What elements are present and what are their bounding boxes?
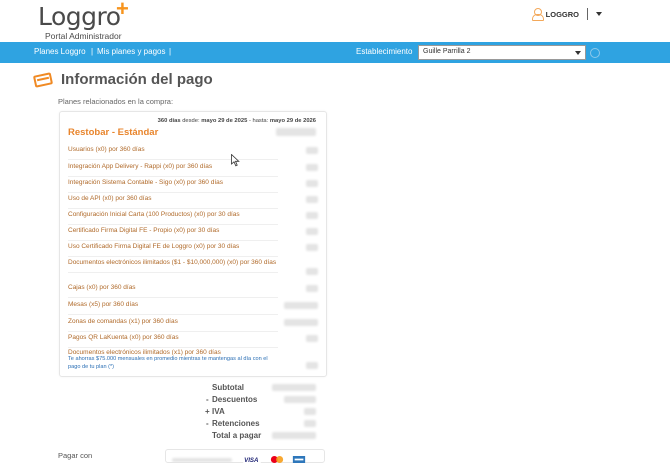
iva-sign: + — [205, 407, 210, 416]
mastercard-logo-icon — [270, 456, 284, 463]
iva-value-redacted — [304, 408, 316, 415]
retenciones-value-redacted — [304, 420, 316, 427]
payment-icon — [32, 70, 55, 88]
plan-period: 360 días desde: mayo 29 de 2025 - hasta:… — [158, 118, 316, 124]
chevron-down-icon[interactable] — [596, 12, 602, 16]
item-price-redacted — [306, 268, 318, 275]
plan-card: 360 días desde: mayo 29 de 2025 - hasta:… — [59, 111, 327, 377]
page-title: Información del pago — [61, 70, 213, 88]
user-name: LOGGRO — [545, 9, 579, 19]
payment-text-redacted — [172, 458, 232, 462]
item-price-redacted — [306, 285, 318, 292]
top-header: Loggro + Portal Administrador LOGGRO — [0, 0, 670, 41]
plan-item: Usuarios (x0) por 360 días — [68, 146, 278, 160]
user-menu[interactable]: LOGGRO — [531, 8, 602, 21]
nav-bar: Planes Loggro | Mis planes y pagos | Est… — [0, 42, 670, 63]
chevron-down-icon — [575, 51, 581, 55]
subtotal-value-redacted — [272, 384, 316, 391]
retenciones-sign: - — [206, 419, 209, 428]
plan-name: Restobar - Estándar — [68, 127, 159, 138]
logo-subtitle: Portal Administrador — [45, 31, 122, 41]
iva-label: IVA — [212, 407, 225, 416]
page-title-row: Información del pago — [32, 70, 213, 88]
user-icon — [531, 8, 544, 21]
plan-item: Configuración Inicial Carta (100 Product… — [68, 211, 278, 225]
plan-item: Zonas de comandas (x1) por 360 días — [68, 318, 278, 332]
info-icon[interactable] — [590, 48, 600, 58]
plan-price-redacted — [276, 128, 316, 136]
retenciones-label: Retenciones — [212, 419, 260, 428]
item-price-redacted — [306, 180, 318, 187]
plan-item: Uso Certificado Firma Digital FE de Logg… — [68, 243, 278, 257]
period-to-label: - hasta: — [248, 118, 269, 124]
svg-text:VISA: VISA — [244, 457, 258, 463]
amex-logo-icon — [292, 456, 306, 463]
period-from: mayo 29 de 2025 — [201, 118, 248, 124]
item-price-redacted — [306, 244, 318, 251]
page-subtitle: Planes relacionados en la compra: — [58, 97, 174, 106]
nav-separator: | — [169, 47, 172, 56]
descuentos-label: Descuentos — [212, 395, 258, 404]
item-price-redacted — [306, 362, 318, 369]
savings-note: Te ahorras $75.000 mensuales en promedio… — [68, 356, 268, 370]
subtotal-label: Subtotal — [212, 383, 244, 392]
plan-item: Uso de API (x0) por 360 días — [68, 195, 278, 209]
plan-item: Pagos QR LaKuenta (x0) por 360 días — [68, 334, 278, 348]
item-price-redacted — [306, 164, 318, 171]
period-from-label: desde: — [182, 118, 200, 124]
user-menu-divider — [587, 8, 588, 20]
plan-item: Cajas (x0) por 360 días — [68, 284, 278, 298]
logo-wordmark: Loggro — [38, 2, 121, 31]
total-label: Total a pagar — [212, 431, 262, 440]
period-to: mayo 29 de 2026 — [269, 118, 316, 124]
establecimiento-value: Guille Parrilla 2 — [423, 48, 471, 55]
item-price-redacted — [284, 302, 318, 309]
nav-planes-loggro[interactable]: Planes Loggro — [34, 47, 86, 56]
descuentos-value-redacted — [284, 396, 316, 403]
period-days: 360 días — [157, 118, 181, 124]
item-price-redacted — [306, 196, 318, 203]
plan-item: Integración App Delivery - Rappi (x0) po… — [68, 163, 278, 177]
establecimiento-select[interactable]: Guille Parrilla 2 — [418, 45, 586, 60]
pay-with-label: Pagar con — [58, 451, 93, 460]
loggro-logo[interactable]: Loggro + Portal Administrador — [38, 0, 129, 41]
item-price-redacted — [306, 147, 318, 154]
item-price-redacted — [306, 212, 318, 219]
item-price-redacted — [306, 228, 318, 235]
logo-plus-mark: + — [116, 0, 129, 21]
visa-logo-icon: VISA — [243, 456, 261, 463]
total-value-redacted — [272, 432, 316, 439]
establecimiento-label: Establecimiento — [356, 47, 413, 56]
item-price-redacted — [284, 319, 318, 326]
descuentos-sign: - — [206, 395, 209, 404]
plan-item: Mesas (x5) por 360 días — [68, 301, 278, 315]
nav-mis-planes-pagos[interactable]: Mis planes y pagos — [97, 47, 165, 56]
item-price-redacted — [306, 335, 318, 342]
nav-separator: | — [91, 47, 94, 56]
plan-item: Certificado Firma Digital FE - Propio (x… — [68, 227, 278, 241]
plan-item: Integración Sistema Contable - Sigo (x0)… — [68, 179, 278, 193]
plan-item: Documentos electrónicos ilimitados ($1 -… — [68, 259, 278, 273]
